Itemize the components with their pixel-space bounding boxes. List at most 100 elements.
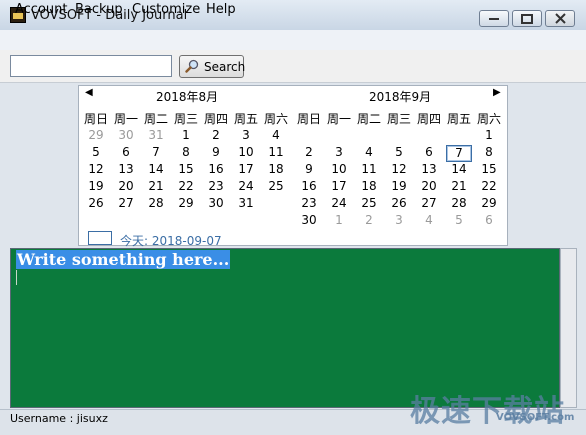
calendar-day[interactable]: 5 [81,145,111,159]
calendar-day[interactable]: 28 [141,196,171,210]
calendar-day[interactable]: 18 [354,179,384,193]
menu-help[interactable]: Help [206,2,236,17]
calendar-day[interactable]: 30 [201,196,231,210]
watermark-sub: VOVSOFT.com [496,412,575,423]
today-marker [88,231,112,245]
calendar-day[interactable]: 13 [111,162,141,176]
calendar-day[interactable]: 6 [111,145,141,159]
calendar-day[interactable]: 12 [384,162,414,176]
calendar-day[interactable]: 14 [444,162,474,176]
minimize-button[interactable] [479,10,509,27]
calendar-day[interactable]: 3 [384,213,414,227]
calendar-day[interactable]: 9 [201,145,231,159]
menu-backup[interactable]: Backup [75,2,123,17]
weekday-header: 周六 [476,112,501,126]
calendar-day[interactable]: 13 [414,162,444,176]
weekday-header: 周五 [446,112,471,126]
calendar-day[interactable]: 24 [231,179,261,193]
calendar-day[interactable]: 10 [231,145,261,159]
calendar-day[interactable]: 28 [444,196,474,210]
weekday-header: 周日 [83,112,108,126]
next-month-arrow-icon[interactable]: ▶ [493,87,501,98]
calendar-day[interactable]: 1 [474,128,504,142]
calendar-day[interactable]: 20 [414,179,444,193]
calendar-day[interactable]: 3 [324,145,354,159]
calendar-day[interactable]: 27 [111,196,141,210]
close-icon [554,13,566,24]
calendar-day[interactable]: 15 [474,162,504,176]
calendar-day[interactable]: 16 [294,179,324,193]
calendar-day[interactable]: 7 [141,145,171,159]
calendar-day[interactable]: 19 [81,179,111,193]
calendar-day[interactable]: 2 [354,213,384,227]
calendar-day[interactable]: 31 [141,128,171,142]
status-username: Username : jisuxz [10,412,108,425]
calendar-day[interactable]: 6 [474,213,504,227]
editor-selected-text[interactable]: Write something here... [16,250,231,269]
calendar-day[interactable]: 8 [474,145,504,159]
month-title-right: 2018年9月 [369,90,432,104]
search-button[interactable]: Search [179,55,245,78]
weekday-header: 周四 [203,112,228,126]
calendar-day[interactable]: 5 [444,213,474,227]
calendar-day[interactable]: 26 [384,196,414,210]
calendar-day[interactable]: 9 [294,162,324,176]
weekday-header: 周六 [263,112,288,126]
calendar-day[interactable]: 29 [474,196,504,210]
calendar-day[interactable]: 19 [384,179,414,193]
journal-editor[interactable] [10,248,560,408]
calendar-day[interactable]: 30 [294,213,324,227]
calendar-day[interactable]: 16 [201,162,231,176]
calendar-day[interactable]: 17 [324,179,354,193]
weekday-header: 周二 [143,112,168,126]
weekday-header: 周三 [173,112,198,126]
calendar-day[interactable]: 21 [141,179,171,193]
text-caret [16,270,17,285]
editor-scrollbar[interactable] [560,248,577,408]
calendar-day[interactable]: 30 [111,128,141,142]
calendar-day[interactable]: 11 [354,162,384,176]
calendar-day[interactable]: 10 [324,162,354,176]
calendar-day[interactable]: 4 [414,213,444,227]
selected-day[interactable]: 7 [446,145,472,162]
calendar-day[interactable]: 23 [294,196,324,210]
calendar-day[interactable]: 25 [261,179,291,193]
today-link[interactable]: 今天: 2018-09-07 [120,232,222,249]
prev-month-arrow-icon[interactable]: ◀ [85,87,93,98]
calendar-day[interactable]: 3 [231,128,261,142]
calendar-day[interactable]: 26 [81,196,111,210]
calendar-day[interactable]: 29 [171,196,201,210]
calendar-day[interactable]: 31 [231,196,261,210]
calendar-day[interactable]: 5 [384,145,414,159]
calendar-day[interactable]: 2 [201,128,231,142]
menu-account[interactable]: Account [15,2,68,17]
calendar-day[interactable]: 27 [414,196,444,210]
calendar-day[interactable]: 29 [81,128,111,142]
weekday-header: 周一 [326,112,351,126]
calendar-day[interactable]: 2 [294,145,324,159]
calendar-day[interactable]: 15 [171,162,201,176]
calendar-day[interactable]: 8 [171,145,201,159]
search-input[interactable] [10,55,172,77]
calendar-day[interactable]: 23 [201,179,231,193]
weekday-header: 周五 [233,112,258,126]
calendar-day[interactable]: 17 [231,162,261,176]
calendar-day[interactable]: 21 [444,179,474,193]
calendar-day[interactable]: 12 [81,162,111,176]
calendar-day[interactable]: 1 [171,128,201,142]
calendar-day[interactable]: 20 [111,179,141,193]
calendar-day[interactable]: 4 [354,145,384,159]
calendar-day[interactable]: 4 [261,128,291,142]
calendar-day[interactable]: 24 [324,196,354,210]
calendar-day[interactable]: 1 [324,213,354,227]
calendar-day[interactable]: 6 [414,145,444,159]
calendar-day[interactable]: 25 [354,196,384,210]
maximize-button[interactable] [512,10,542,27]
calendar-day[interactable]: 18 [261,162,291,176]
calendar-day[interactable]: 22 [474,179,504,193]
close-button[interactable] [545,10,575,27]
menu-customize[interactable]: Customize [132,2,200,17]
calendar-day[interactable]: 14 [141,162,171,176]
calendar-day[interactable]: 22 [171,179,201,193]
calendar-day[interactable]: 11 [261,145,291,159]
